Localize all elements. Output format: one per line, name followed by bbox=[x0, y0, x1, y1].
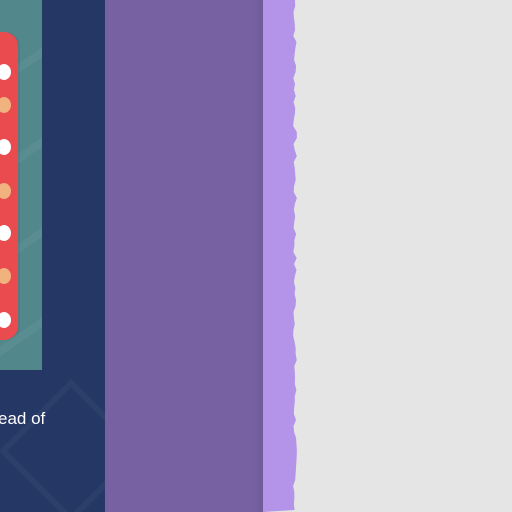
torn-edge-shape bbox=[263, 0, 297, 512]
page: ead of bbox=[0, 0, 512, 512]
torn-paper-edge bbox=[263, 0, 297, 512]
